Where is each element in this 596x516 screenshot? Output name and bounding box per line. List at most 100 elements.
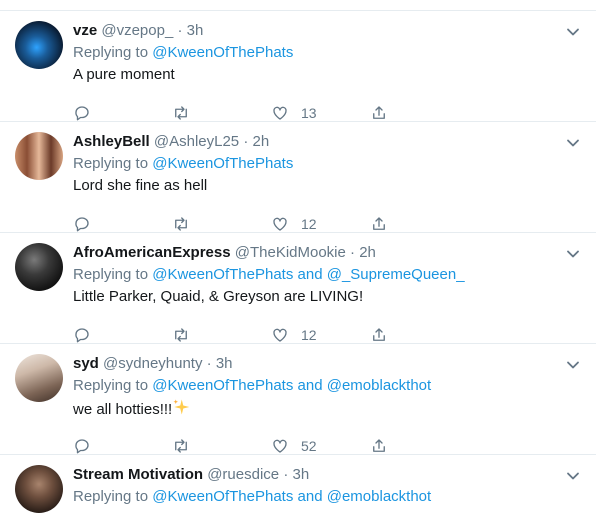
user-handle[interactable]: @sydneyhunty	[103, 355, 202, 372]
retweet-icon	[175, 439, 187, 453]
sparkles-icon	[172, 398, 190, 422]
and-word[interactable]: and	[298, 488, 323, 505]
tweet-text: Lord she fine as hell	[73, 177, 208, 194]
like-button[interactable]: 52	[271, 436, 317, 456]
chevron-down-icon	[567, 250, 579, 258]
tweet-text: we all hotties!!!	[73, 401, 173, 418]
avatar[interactable]	[15, 354, 63, 402]
more-options-button[interactable]	[566, 469, 580, 483]
replying-label: Replying to	[73, 44, 149, 61]
replying-label: Replying to	[73, 266, 149, 283]
retweet-icon	[175, 217, 187, 231]
user-name[interactable]: Stream Motivation	[73, 466, 203, 483]
heart-icon	[273, 217, 287, 231]
like-count: 13	[301, 105, 317, 121]
user-name[interactable]: AshleyBell	[73, 133, 150, 150]
like-button[interactable]: 12	[271, 214, 317, 234]
tweet-actions: 52	[73, 436, 393, 456]
avatar-image	[15, 132, 63, 180]
retweet-icon	[175, 106, 187, 120]
dot-separator: ·	[243, 133, 253, 150]
reply-tweet[interactable]: syd @sydneyhunty · 3h Replying to @Kween…	[0, 344, 596, 455]
reply-tweet[interactable]: vze @vzepop_ · 3h Replying to @KweenOfTh…	[0, 11, 596, 122]
mention-link[interactable]: @KweenOfThePhats	[152, 266, 293, 283]
tweet-time[interactable]: 3h	[292, 466, 309, 483]
share-icon	[373, 106, 385, 119]
tweet-header: syd @sydneyhunty · 3h	[73, 354, 556, 376]
tweet-time[interactable]: 2h	[359, 244, 376, 261]
and-word[interactable]: and	[298, 266, 323, 283]
heart-icon	[273, 328, 287, 342]
retweet-button[interactable]	[172, 103, 190, 123]
more-options-button[interactable]	[566, 25, 580, 39]
more-options-button[interactable]	[566, 358, 580, 372]
like-count: 52	[301, 438, 317, 454]
replying-label: Replying to	[73, 155, 149, 172]
reply-button[interactable]	[73, 325, 91, 345]
reply-button[interactable]	[73, 214, 91, 234]
share-button[interactable]	[370, 214, 388, 234]
dot-separator: ·	[350, 244, 360, 261]
user-handle[interactable]: @TheKidMookie	[235, 244, 346, 261]
share-button[interactable]	[370, 325, 388, 345]
replying-label: Replying to	[73, 488, 149, 505]
reply-icon	[75, 439, 89, 454]
reply-icon	[75, 328, 89, 343]
share-button[interactable]	[370, 103, 388, 123]
mention-link[interactable]: @KweenOfThePhats	[152, 377, 293, 394]
retweet-button[interactable]	[172, 325, 190, 345]
retweet-button[interactable]	[172, 214, 190, 234]
tweet-actions: 12	[73, 325, 393, 345]
avatar[interactable]	[15, 243, 63, 291]
heart-icon	[273, 106, 287, 120]
user-name[interactable]: AfroAmericanExpress	[73, 244, 231, 261]
like-button[interactable]: 12	[271, 325, 317, 345]
reply-tweet[interactable]: AfroAmericanExpress @TheKidMookie · 2h R…	[0, 233, 596, 344]
mention-link[interactable]: @emoblackthot	[327, 377, 431, 394]
mention-link[interactable]: @_SupremeQueen_	[327, 266, 465, 283]
like-button[interactable]: 13	[271, 103, 317, 123]
tweet-time[interactable]: 3h	[216, 355, 233, 372]
user-handle[interactable]: @vzepop_	[101, 22, 173, 39]
tweet-time[interactable]: 3h	[187, 22, 204, 39]
avatar[interactable]	[15, 465, 63, 513]
reply-button[interactable]	[73, 103, 91, 123]
avatar[interactable]	[15, 21, 63, 69]
mention-link[interactable]: @KweenOfThePhats	[152, 44, 293, 61]
tweet-header: AshleyBell @AshleyL25 · 2h	[73, 132, 556, 154]
reply-button[interactable]	[73, 436, 91, 456]
replying-label: Replying to	[73, 377, 149, 394]
avatar-image	[15, 465, 63, 513]
retweet-icon	[175, 328, 187, 342]
avatar[interactable]	[15, 132, 63, 180]
user-name[interactable]: syd	[73, 355, 99, 372]
user-handle[interactable]: @AshleyL25	[154, 133, 239, 150]
reply-tweet[interactable]: Stream Motivation @ruesdice · 3h Replyin…	[0, 455, 596, 516]
more-options-button[interactable]	[566, 247, 580, 261]
chevron-down-icon	[567, 139, 579, 147]
retweet-button[interactable]	[172, 436, 190, 456]
mention-link[interactable]: @KweenOfThePhats	[152, 155, 293, 172]
replying-to: Replying to @KweenOfThePhats and @emobla…	[73, 487, 556, 509]
tweet-header: AfroAmericanExpress @TheKidMookie · 2h	[73, 243, 556, 265]
reply-icon	[75, 106, 89, 121]
reply-tweet[interactable]: AshleyBell @AshleyL25 · 2h Replying to @…	[0, 122, 596, 233]
and-word[interactable]: and	[298, 377, 323, 394]
more-options-button[interactable]	[566, 136, 580, 150]
chevron-down-icon	[567, 361, 579, 369]
user-handle[interactable]: @ruesdice	[207, 466, 279, 483]
share-icon	[373, 439, 385, 452]
heart-icon	[273, 439, 287, 453]
mention-link[interactable]: @emoblackthot	[327, 488, 431, 505]
mention-link[interactable]: @KweenOfThePhats	[152, 488, 293, 505]
share-button[interactable]	[370, 436, 388, 456]
user-name[interactable]: vze	[73, 22, 97, 39]
replying-to: Replying to @KweenOfThePhats	[73, 154, 556, 176]
dot-separator: ·	[177, 22, 187, 39]
chevron-down-icon	[567, 472, 579, 480]
tweet-text: Little Parker, Quaid, & Greyson are LIVI…	[73, 288, 364, 305]
tweet-time[interactable]: 2h	[253, 133, 270, 150]
like-count: 12	[301, 327, 317, 343]
replying-to: Replying to @KweenOfThePhats and @_Supre…	[73, 265, 556, 287]
tweet-text-row: we all hotties!!!	[73, 398, 556, 420]
